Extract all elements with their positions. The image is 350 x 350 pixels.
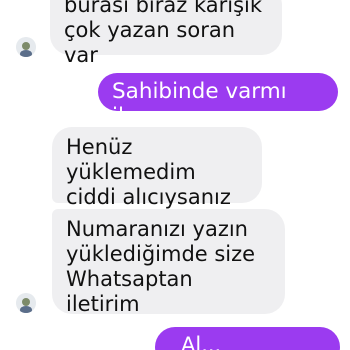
outgoing-message[interactable]: Sahibinde varmı ilan <box>98 73 338 129</box>
incoming-message[interactable]: Numaranızı yazın yüklediğimde size Whats… <box>52 209 285 316</box>
contact-avatar-icon[interactable] <box>16 293 36 313</box>
chat-thread: burası biraz karışık çok yazan soran var… <box>0 0 350 350</box>
contact-avatar-icon[interactable] <box>16 37 36 57</box>
incoming-message[interactable]: Henüz yüklemedim ciddi alıcıysanız <box>52 127 262 209</box>
incoming-message[interactable]: burası biraz karışık çok yazan soran var <box>50 0 282 67</box>
outgoing-message[interactable]: Al... <box>155 327 340 350</box>
